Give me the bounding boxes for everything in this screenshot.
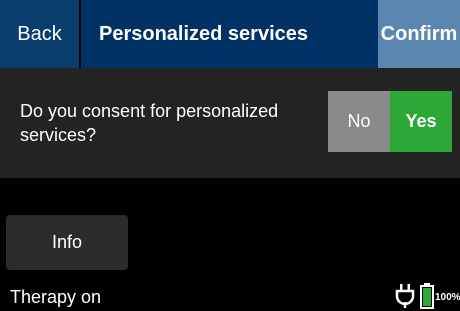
plug-icon — [395, 284, 415, 308]
battery-icon — [420, 283, 434, 309]
info-button[interactable]: Info — [6, 215, 128, 270]
confirm-button[interactable]: Confirm — [378, 0, 460, 68]
therapy-status: Therapy on — [10, 287, 102, 307]
back-button[interactable]: Back — [0, 0, 81, 68]
yes-option-button[interactable]: Yes — [390, 91, 452, 152]
battery-percent: 100% — [435, 292, 460, 303]
no-option-button[interactable]: No — [328, 91, 390, 152]
consent-toggle[interactable]: No Yes — [328, 91, 452, 152]
page-title: Personalized services — [99, 22, 309, 45]
consent-question: Do you consent for personalized services… — [20, 101, 279, 145]
top-bar: Back Personalized services Confirm — [0, 0, 460, 68]
